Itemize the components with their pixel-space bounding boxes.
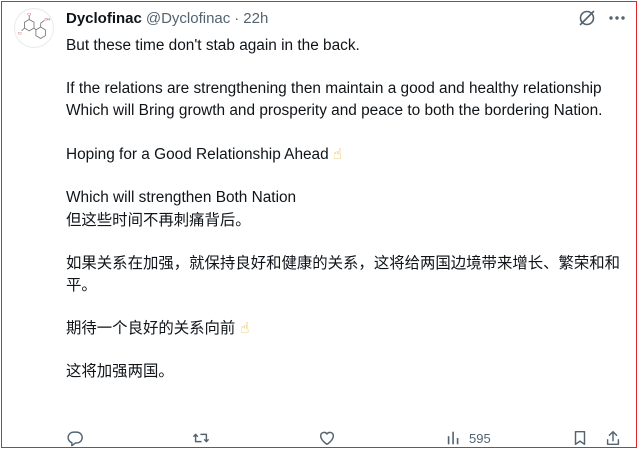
tweet-paragraph: Which will strengthen Both Nation [66, 189, 297, 206]
tweet-paragraph: Hoping for a Good Relationship Ahead ☝ [66, 145, 343, 163]
tweet-paragraph: If the relations are strengthening then … [66, 80, 603, 119]
pointing-up-emoji: ☝ [240, 319, 250, 337]
author-name[interactable]: Dyclofinac [66, 10, 142, 27]
tweet-paragraph-cn: 如果关系在加强，就保持良好和健康的关系，这将给两国边境带来增长、繁荣和和平。 [66, 254, 621, 294]
share-button[interactable] [604, 428, 622, 448]
tweet-paragraph-cn: 期待一个良好的关系向前 ☝ [66, 319, 250, 337]
author-avatar[interactable]: Cl OH Cl [14, 8, 54, 48]
chemical-structure-icon: Cl OH Cl [18, 12, 50, 39]
tweet-header: Dyclofinac @Dyclofinac · 22h [66, 8, 268, 28]
views-button[interactable]: 595 [445, 428, 491, 448]
svg-text:Cl: Cl [27, 12, 31, 17]
pointing-up-emoji: ☝ [332, 145, 343, 163]
tweet-paragraph: But these time don't stab again in the b… [66, 37, 360, 54]
views-count: 595 [469, 430, 491, 446]
retweet-button[interactable] [192, 428, 210, 448]
like-icon [319, 431, 335, 446]
like-button[interactable] [318, 428, 336, 448]
retweet-icon [193, 433, 209, 443]
tweet-paragraph-cn: 但这些时间不再刺痛背后。 [66, 211, 251, 229]
separator-dot: · [234, 9, 240, 27]
views-icon [447, 431, 459, 445]
bookmark-icon [574, 430, 586, 446]
action-bar: 595 [66, 428, 628, 448]
more-icon[interactable] [607, 8, 627, 28]
tweet-body: But these time don't stab again in the b… [66, 35, 626, 382]
svg-text:Cl: Cl [18, 31, 22, 36]
reply-icon [67, 431, 83, 447]
share-icon [606, 430, 620, 446]
bookmark-button[interactable] [571, 428, 589, 448]
tweet-paragraph-cn: 这将加强两国。 [66, 362, 174, 380]
reply-button[interactable] [66, 428, 84, 448]
grok-icon[interactable] [577, 8, 597, 28]
tweet-time[interactable]: 22h [243, 10, 268, 27]
author-handle[interactable]: @Dyclofinac [146, 10, 230, 27]
svg-text:OH: OH [44, 16, 50, 21]
